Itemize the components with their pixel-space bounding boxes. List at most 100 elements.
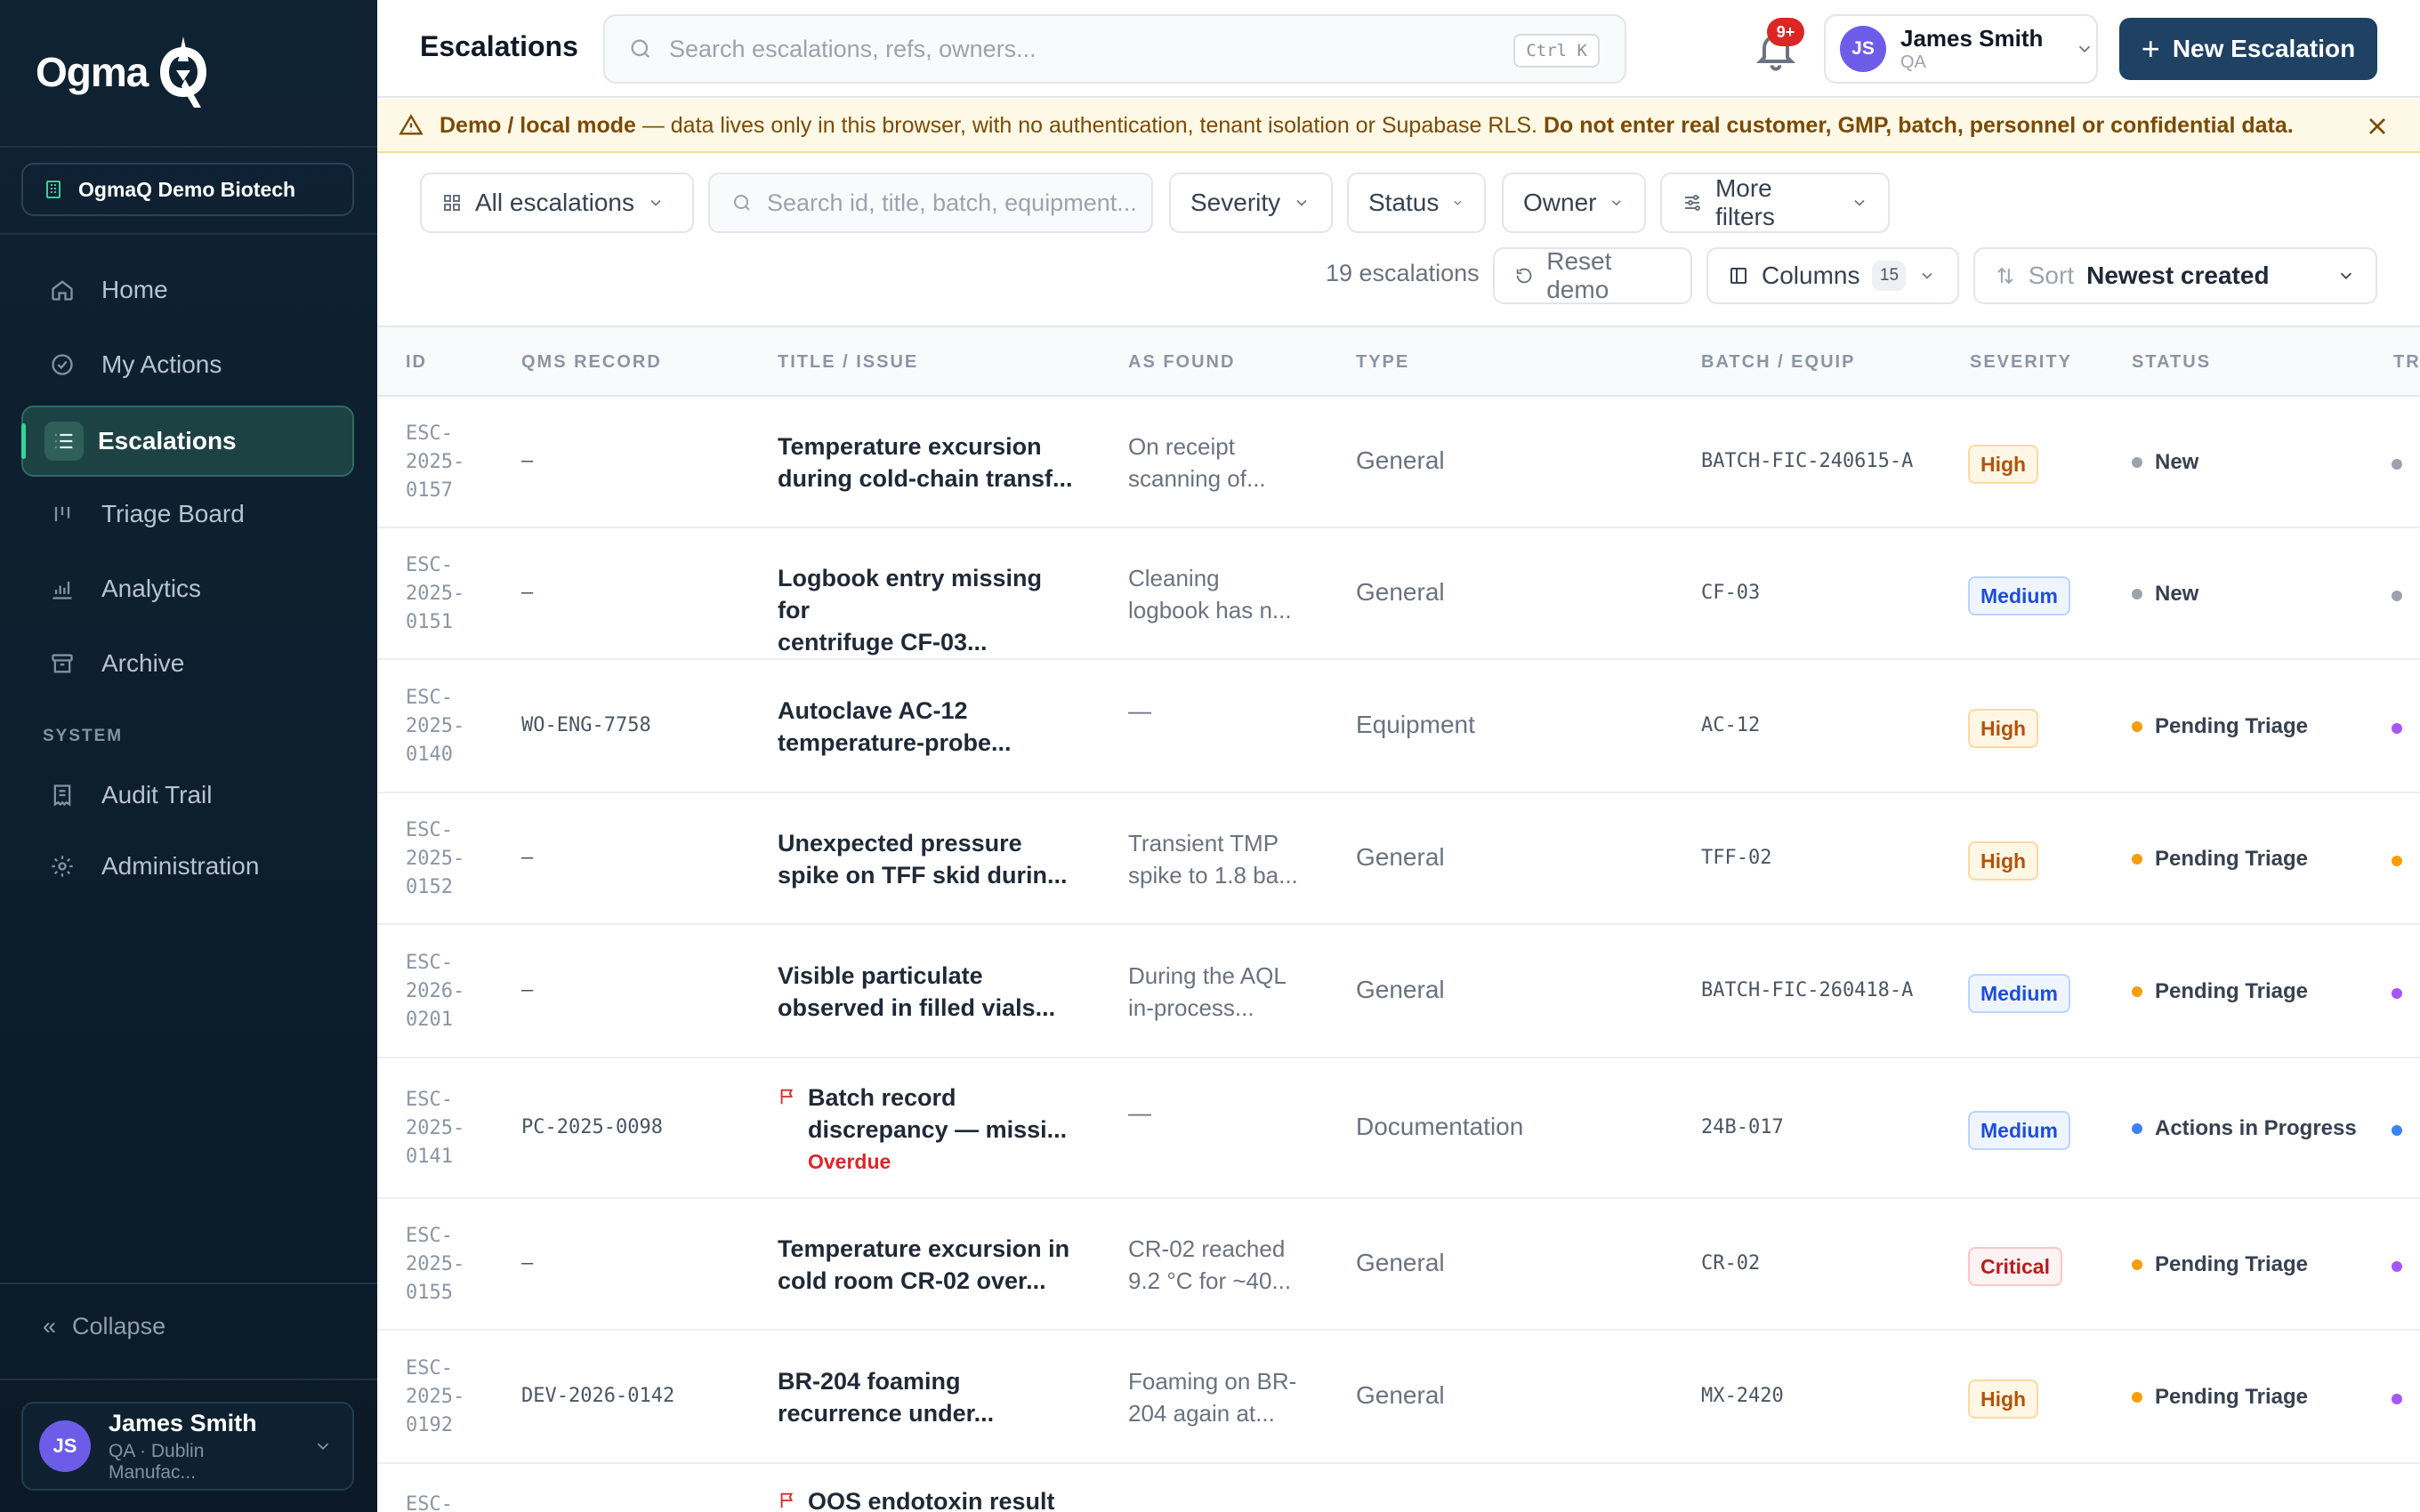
sidebar-item-label: Escalations (98, 427, 237, 454)
title-line: Visible particulate (778, 962, 983, 989)
column-header-as-found[interactable]: AS FOUND (1128, 352, 1235, 373)
column-header-type[interactable]: TYPE (1356, 352, 1409, 373)
as-found-text: — (1128, 695, 1315, 727)
status-label: Pending Triage (2155, 979, 2309, 1003)
user-menu[interactable]: JS James Smith QA (1824, 14, 2098, 84)
columns-count-badge: 15 (1872, 261, 1907, 291)
title-line: Temperature excursion (778, 433, 1042, 460)
columns-button[interactable]: Columns 15 (1706, 247, 1959, 304)
table-row[interactable]: ESC- 2025- 0152 — Unexpected pressure spi… (377, 793, 2420, 925)
escalation-id-part: 0141 (406, 1146, 453, 1168)
column-header-tr[interactable]: TR (2393, 352, 2420, 373)
column-header-title[interactable]: TITLE / ISSUE (778, 352, 918, 373)
as-found-line: 204 again at... (1128, 1400, 1275, 1427)
as-found-line: Foaming on BR- (1128, 1368, 1297, 1395)
reset-demo-button[interactable]: Reset demo (1493, 247, 1692, 304)
status-indicator: Pending Triage (2132, 1385, 2308, 1410)
user-role: QA (1900, 52, 1926, 72)
sidebar-item-audit-trail[interactable]: Audit Trail (21, 760, 354, 831)
as-found-line: — (1128, 697, 1151, 724)
escalation-title[interactable]: BR-204 foaming recurrence under... (778, 1365, 1080, 1429)
escalation-id[interactable]: ESC- 2025- 0140 (406, 684, 464, 769)
qms-record: — (521, 1252, 534, 1275)
view-selector-dropdown[interactable]: All escalations (420, 173, 694, 233)
table-row[interactable]: ESC- 2025- 0157 — Temperature excursion d… (377, 397, 2420, 528)
escalation-id[interactable]: ESC- 2025- 0141 (406, 1086, 464, 1171)
severity-filter-dropdown[interactable]: Severity (1169, 173, 1333, 233)
sidebar-item-analytics[interactable]: Analytics (21, 553, 354, 624)
sort-dropdown[interactable]: Sort Newest created (1973, 247, 2377, 304)
sort-arrows-icon (1997, 267, 2013, 285)
sidebar-item-administration[interactable]: Administration (21, 831, 354, 902)
table-row[interactable]: ESC- 2025- 0140 WO-ENG-7758 Autoclave AC-… (377, 660, 2420, 793)
sidebar-item-escalations[interactable]: Escalations (21, 406, 354, 477)
sidebar-user-menu[interactable]: JS James Smith QA · Dublin Manufac... (21, 1402, 354, 1491)
escalation-id[interactable]: ESC- 2025- 0152 (406, 816, 464, 902)
escalation-title[interactable]: Autoclave AC-12 temperature-probe... (778, 695, 1080, 759)
severity-badge: Medium (1968, 974, 2070, 1013)
close-icon[interactable] (2363, 112, 2392, 141)
escalation-id-part: ESC- (406, 687, 453, 709)
logo-q-mark-icon (160, 36, 207, 108)
tenant-switcher[interactable]: OgmaQ Demo Biotech (21, 163, 354, 216)
escalation-id-part: ESC- (406, 1493, 453, 1512)
escalation-title[interactable]: Logbook entry missing for centrifuge CF-… (778, 562, 1080, 658)
chevron-down-icon (2341, 272, 2352, 280)
escalation-title[interactable]: Temperature excursion during cold-chain … (778, 430, 1080, 495)
table-search-input[interactable]: Search id, title, batch, equipment... (708, 173, 1153, 233)
new-escalation-button[interactable]: + New Escalation (2119, 18, 2377, 80)
app-logo[interactable]: Ogma (36, 32, 212, 112)
escalation-id[interactable]: ESC- (406, 1491, 453, 1512)
sidebar-item-home[interactable]: Home (21, 254, 354, 326)
batch-equipment: CF-03 (1701, 582, 1761, 604)
column-header-id[interactable]: ID (406, 352, 427, 373)
column-header-severity[interactable]: SEVERITY (1970, 352, 2072, 373)
sidebar-item-archive[interactable]: Archive (21, 628, 354, 699)
chevron-down-icon (1612, 200, 1622, 206)
table-row[interactable]: ESC- OOS endotoxin result (377, 1464, 2420, 1512)
user-subtitle: QA · Dublin Manufac... (109, 1440, 205, 1483)
column-header-qms-record[interactable]: QMS RECORD (521, 352, 662, 373)
title-line: discrepancy — missi... (808, 1116, 1068, 1143)
status-indicator: Pending Triage (2132, 979, 2308, 1004)
escalation-title[interactable]: Unexpected pressure spike on TFF skid du… (778, 827, 1080, 891)
more-filters-dropdown[interactable]: More filters (1660, 173, 1890, 233)
escalation-title[interactable]: Batch record discrepancy — missi... Over… (778, 1082, 1080, 1178)
table-row[interactable]: ESC- 2025- 0151 — Logbook entry missing f… (377, 528, 2420, 660)
status-filter-dropdown[interactable]: Status (1347, 173, 1486, 233)
status-dot (2132, 721, 2142, 732)
batch-equipment: MX-2420 (1701, 1385, 1784, 1407)
owner-filter-dropdown[interactable]: Owner (1502, 173, 1646, 233)
escalation-id[interactable]: ESC- 2025- 0151 (406, 551, 464, 637)
escalation-id[interactable]: ESC- 2025- 0192 (406, 1355, 464, 1440)
title-line: observed in filled vials... (778, 994, 1056, 1021)
user-name: James Smith (109, 1409, 257, 1436)
avatar: JS (1840, 26, 1886, 72)
escalation-type: General (1356, 843, 1445, 871)
escalation-id[interactable]: ESC- 2025- 0157 (406, 420, 464, 505)
escalation-id-part: 2025- (406, 1386, 465, 1408)
escalation-title[interactable]: OOS endotoxin result (778, 1485, 1080, 1512)
escalation-title[interactable]: Visible particulate observed in filled v… (778, 960, 1080, 1024)
sidebar-divider (0, 146, 377, 148)
collapse-sidebar-button[interactable]: « Collapse (43, 1313, 165, 1340)
status-label: Pending Triage (2155, 1385, 2309, 1409)
table-row[interactable]: ESC- 2025- 0141 PC-2025-0098 Batch record… (377, 1058, 2420, 1199)
global-search-input[interactable]: Search escalations, refs, owners... Ctrl… (603, 14, 1626, 84)
notification-count-badge: 9+ (1767, 18, 1804, 46)
sidebar-item-triage-board[interactable]: Triage Board (21, 479, 354, 550)
table-row[interactable]: ESC- 2025- 0192 DEV-2026-0142 BR-204 foam… (377, 1331, 2420, 1464)
escalation-title[interactable]: Temperature excursion in cold room CR-02… (778, 1233, 1080, 1297)
archive-icon (52, 654, 73, 673)
column-header-status[interactable]: STATUS (2132, 352, 2211, 373)
table-row[interactable]: ESC- 2025- 0155 — Temperature excursion i… (377, 1199, 2420, 1331)
table-row[interactable]: ESC- 2026- 0201 — Visible particulate obs… (377, 925, 2420, 1058)
column-header-batch-equip[interactable]: BATCH / EQUIP (1701, 352, 1855, 373)
sliders-icon (1684, 195, 1700, 211)
sidebar-item-label: Analytics (101, 575, 202, 602)
escalation-id[interactable]: ESC- 2025- 0155 (406, 1222, 464, 1307)
escalation-id[interactable]: ESC- 2026- 0201 (406, 949, 464, 1034)
sidebar-item-my-actions[interactable]: My Actions (21, 329, 354, 400)
title-line: BR-204 foaming (778, 1368, 961, 1395)
status-label: Pending Triage (2155, 714, 2309, 738)
